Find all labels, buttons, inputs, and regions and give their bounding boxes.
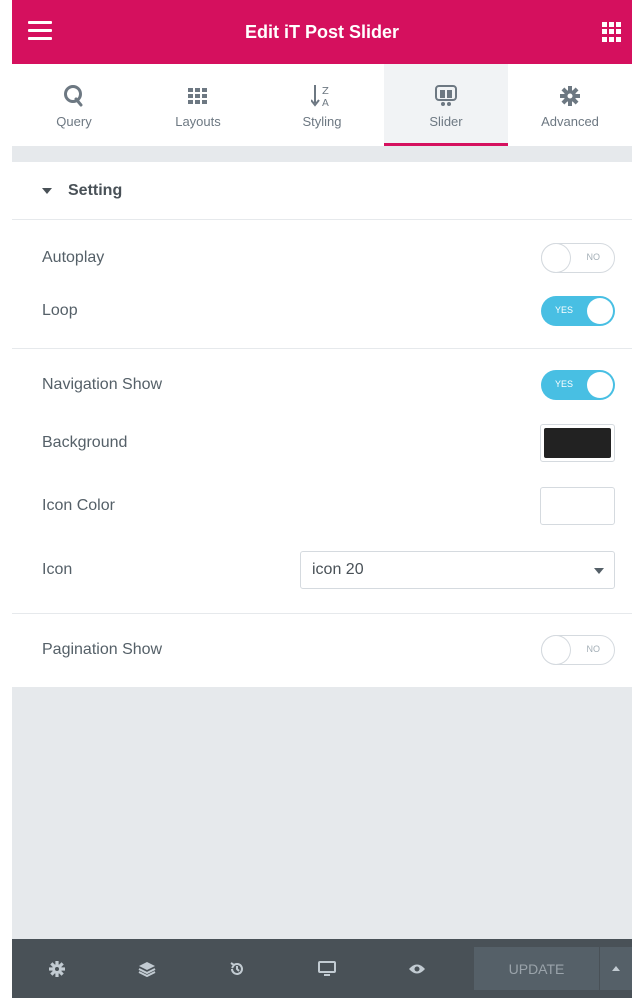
gear-icon	[49, 960, 65, 977]
panel-title: Edit iT Post Slider	[244, 21, 400, 42]
loop-toggle[interactable]: YES	[541, 296, 615, 326]
footer-toolbar: UPDATE	[12, 939, 632, 998]
pagination-label: Pagination Show	[42, 641, 163, 658]
svg-text:A: A	[322, 98, 329, 109]
caret-up-icon	[612, 966, 620, 971]
pagination-toggle[interactable]: NO	[541, 635, 615, 665]
caret-down-icon	[42, 187, 52, 194]
grid-icon	[188, 82, 208, 110]
query-icon	[63, 82, 85, 110]
section-setting-header[interactable]: Setting	[12, 162, 632, 220]
separator	[12, 613, 632, 614]
history-icon	[230, 961, 243, 975]
tab-query[interactable]: Query	[12, 64, 136, 146]
autoplay-row: Autoplay NO	[12, 242, 632, 274]
update-options-button[interactable]	[599, 947, 632, 990]
autoplay-label: Autoplay	[42, 249, 105, 266]
navigation-row: Navigation Show YES	[12, 369, 632, 401]
divider-strip	[12, 146, 632, 162]
navigation-toggle[interactable]: YES	[541, 370, 615, 400]
navigator-button[interactable]	[102, 939, 192, 998]
tab-styling[interactable]: Z A Styling	[260, 64, 384, 146]
icon-row: Icon icon 20	[12, 551, 632, 589]
separator	[12, 348, 632, 349]
toggle-state: NO	[586, 252, 601, 262]
tab-label: Query	[56, 113, 92, 129]
pagination-row: Pagination Show NO	[12, 634, 632, 666]
desktop-icon	[318, 960, 336, 976]
tab-bar: Query Layouts Z A Styling Slider Advance…	[12, 64, 632, 146]
update-button[interactable]: UPDATE	[474, 947, 599, 990]
icon-select[interactable]: icon 20	[300, 551, 615, 589]
layers-icon	[138, 961, 156, 977]
tab-slider[interactable]: Slider	[384, 64, 508, 146]
settings-button[interactable]	[12, 939, 102, 998]
section-title: Setting	[68, 181, 123, 199]
color-swatch	[544, 428, 611, 458]
background-color-picker[interactable]	[540, 424, 615, 462]
tab-label: Layouts	[175, 113, 221, 129]
color-swatch	[544, 491, 611, 521]
navigation-label: Navigation Show	[42, 376, 163, 393]
tab-label: Advanced	[541, 113, 599, 129]
tab-layouts[interactable]: Layouts	[136, 64, 260, 146]
toggle-state: NO	[586, 644, 601, 654]
svg-text:Z: Z	[322, 86, 329, 97]
settings-panel: Setting Autoplay NO Loop YES Navigation …	[12, 162, 632, 687]
toggle-state: YES	[555, 305, 574, 315]
menu-icon[interactable]	[28, 21, 52, 43]
panel-empty-area	[12, 687, 632, 939]
gear-icon	[560, 82, 580, 110]
slider-icon	[435, 82, 457, 110]
toggle-state: YES	[555, 379, 574, 389]
background-row: Background	[12, 424, 632, 462]
chevron-down-icon	[594, 568, 604, 574]
background-label: Background	[42, 434, 128, 451]
icon-label: Icon	[42, 561, 73, 578]
loop-row: Loop YES	[12, 295, 632, 327]
widgets-grid-icon[interactable]	[602, 22, 622, 42]
loop-label: Loop	[42, 302, 78, 319]
icon-color-picker[interactable]	[540, 487, 615, 525]
tab-label: Styling	[302, 113, 342, 129]
sort-az-icon: Z A	[311, 82, 333, 110]
icon-select-value: icon 20	[312, 561, 364, 578]
icon-color-row: Icon Color	[12, 487, 632, 525]
responsive-mode-button[interactable]	[282, 939, 372, 998]
eye-icon	[409, 964, 425, 973]
tab-label: Slider	[429, 113, 463, 129]
icon-color-label: Icon Color	[42, 497, 115, 514]
preview-button[interactable]	[372, 939, 462, 998]
editor-header: Edit iT Post Slider	[12, 0, 632, 64]
history-button[interactable]	[192, 939, 282, 998]
tab-advanced[interactable]: Advanced	[508, 64, 632, 146]
autoplay-toggle[interactable]: NO	[541, 243, 615, 273]
